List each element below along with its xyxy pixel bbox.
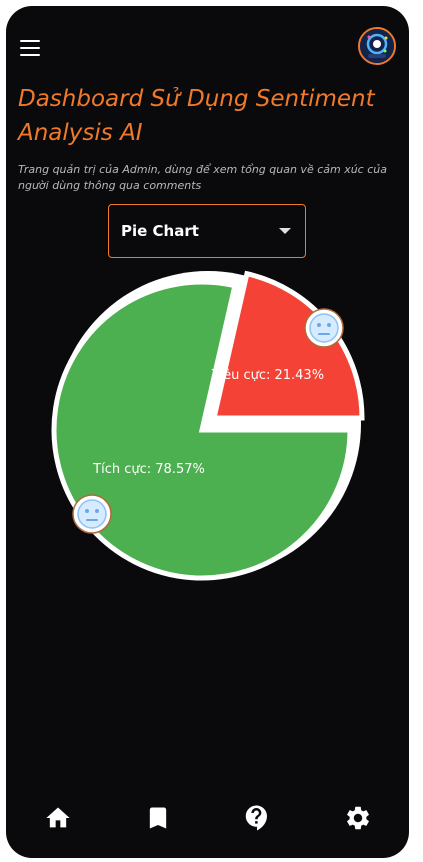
help-icon <box>245 805 267 831</box>
home-icon <box>46 807 70 828</box>
bookmark-icon <box>149 807 167 829</box>
neutral-face-icon <box>304 308 344 348</box>
pie-label-1: Tích cực: 78.57% <box>92 462 205 477</box>
nav-home-button[interactable] <box>36 796 80 840</box>
neutral-face-icon <box>72 494 112 534</box>
nav-settings-button[interactable] <box>336 796 380 840</box>
app-screen: Dashboard Sử Dụng Sentiment Analysis AI … <box>6 6 409 858</box>
nav-help-button[interactable] <box>235 796 279 840</box>
bottom-navigation <box>6 796 409 846</box>
pie-chart: Tiêu cực: 21.43% Tích cực: 78.57% <box>51 270 365 581</box>
settings-icon <box>347 806 369 830</box>
pie-label-0: Tiêu cực: 21.43% <box>211 368 324 383</box>
nav-bookmark-button[interactable] <box>136 796 180 840</box>
phone-frame: Dashboard Sử Dụng Sentiment Analysis AI … <box>0 0 423 862</box>
